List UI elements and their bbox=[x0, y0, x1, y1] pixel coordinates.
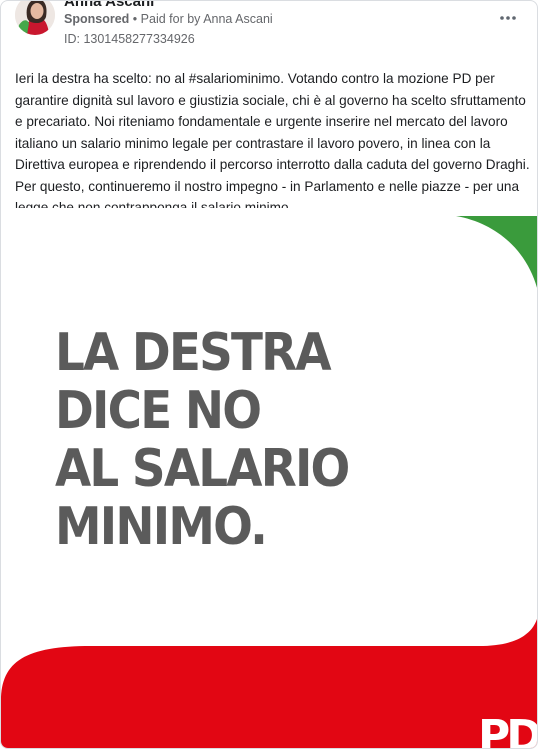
more-options-icon bbox=[500, 16, 516, 20]
headline-line-2: DICE NO bbox=[55, 381, 262, 441]
avatar[interactable] bbox=[15, 1, 55, 35]
sponsorship-line: Sponsored • Paid for by Anna Ascani bbox=[64, 12, 273, 26]
ad-card: Anna Ascani Sponsored • Paid for by Anna… bbox=[0, 0, 538, 749]
paid-for-label: Paid for by Anna Ascani bbox=[140, 12, 273, 26]
more-options-button[interactable] bbox=[496, 7, 520, 29]
separator: • bbox=[132, 12, 138, 26]
headline-line-1: LA DESTRA bbox=[55, 323, 332, 383]
ad-creative-image[interactable]: LA DESTRA DICE NO AL SALARIO MINIMO. PD bbox=[1, 216, 538, 749]
green-corner-shape bbox=[456, 216, 537, 288]
creative-headline: LA DESTRA DICE NO AL SALARIO MINIMO. bbox=[55, 323, 350, 557]
sponsored-label: Sponsored bbox=[64, 12, 130, 26]
pd-logo: PD bbox=[478, 711, 538, 749]
ad-body-text: Ieri la destra ha scelto: no al #salario… bbox=[15, 71, 530, 208]
red-band-shape bbox=[1, 618, 537, 748]
ad-header: Anna Ascani Sponsored • Paid for by Anna… bbox=[1, 1, 537, 55]
headline-line-4: MINIMO. bbox=[55, 497, 268, 557]
avatar-image bbox=[15, 1, 55, 35]
headline-line-3: AL SALARIO bbox=[55, 439, 350, 499]
library-id: ID: 1301458277334926 bbox=[64, 32, 195, 46]
advertiser-name[interactable]: Anna Ascani bbox=[64, 1, 154, 10]
